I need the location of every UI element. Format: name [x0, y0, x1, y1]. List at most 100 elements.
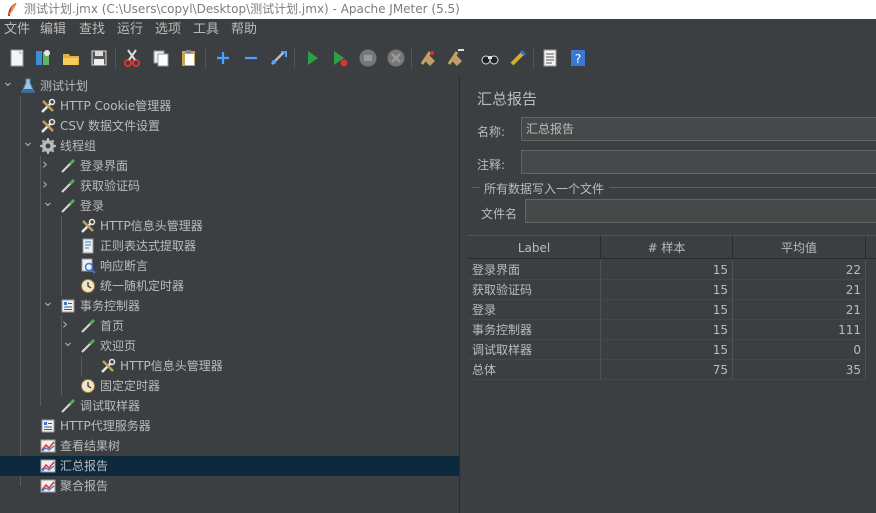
- name-label: 名称:: [477, 125, 506, 139]
- stop-icon[interactable]: [357, 47, 379, 69]
- column-header-average[interactable]: 平均值: [733, 235, 866, 259]
- tree-node[interactable]: 查看结果树: [0, 436, 459, 456]
- table-cell-average[interactable]: 0: [733, 340, 866, 360]
- tree-node[interactable]: 正则表达式提取器: [0, 236, 459, 256]
- start-no-pause-icon[interactable]: [329, 47, 351, 69]
- tree-node-label: 聚合报告: [60, 479, 109, 493]
- clock-icon: [80, 278, 96, 294]
- chevron-right-icon[interactable]: ›: [62, 317, 72, 332]
- menu-options[interactable]: 选项: [155, 19, 181, 41]
- tree-node-label: CSV 数据文件设置: [60, 119, 161, 133]
- pipette-icon: [80, 318, 96, 334]
- table-cell-samples[interactable]: 75: [601, 360, 733, 380]
- wrench-icon: [40, 98, 56, 114]
- open-icon[interactable]: [60, 47, 82, 69]
- test-plan-tree: ⌄ 测试计划 HTTP Cookie管理器 CSV 数据文件设置 ⌄ 线程组 › 登录界面 › 获…: [0, 75, 459, 513]
- column-header-samples[interactable]: # 样本: [601, 235, 733, 259]
- tree-node[interactable]: 调试取样器: [0, 396, 459, 416]
- menu-search[interactable]: 查找: [79, 19, 105, 41]
- split-pane-divider[interactable]: [459, 76, 467, 513]
- name-field[interactable]: 汇总报告: [521, 117, 876, 141]
- help-icon[interactable]: ?: [567, 47, 589, 69]
- copy-icon[interactable]: [150, 47, 172, 69]
- pipette-icon: [60, 178, 76, 194]
- tree-node[interactable]: › 获取验证码: [0, 176, 459, 196]
- tree-node-label: 响应断言: [100, 259, 149, 273]
- tree-node[interactable]: › 登录界面: [0, 156, 459, 176]
- tree-node[interactable]: HTTP Cookie管理器: [0, 96, 459, 116]
- tree-node[interactable]: HTTP信息头管理器: [0, 356, 459, 376]
- chevron-right-icon[interactable]: ›: [42, 177, 52, 192]
- chevron-right-icon[interactable]: ›: [42, 157, 52, 172]
- pipette-icon: [60, 398, 76, 414]
- chevron-down-icon[interactable]: ⌄: [2, 75, 14, 89]
- menu-run[interactable]: 运行: [117, 19, 143, 41]
- tree-node[interactable]: ⌄ 事务控制器: [0, 295, 459, 316]
- table-cell-average[interactable]: 21: [733, 280, 866, 300]
- search-icon[interactable]: [479, 47, 501, 69]
- comment-field[interactable]: [521, 150, 876, 174]
- tree-node[interactable]: › 首页: [0, 316, 459, 336]
- tree-node[interactable]: ⌄ 测试计划: [0, 75, 459, 96]
- tree-node[interactable]: HTTP代理服务器: [0, 416, 459, 436]
- document-icon: [80, 238, 96, 254]
- file-group-label: 所有数据写入一个文件: [484, 182, 605, 196]
- reset-search-icon[interactable]: [507, 47, 529, 69]
- templates-icon[interactable]: [32, 47, 54, 69]
- table-cell-average[interactable]: 21: [733, 300, 866, 320]
- menu-edit[interactable]: 编辑: [40, 19, 66, 41]
- table-cell-average[interactable]: 22: [733, 260, 866, 280]
- cut-icon[interactable]: [121, 47, 143, 69]
- table-cell-label[interactable]: 事务控制器: [468, 320, 601, 340]
- tree-node[interactable]: CSV 数据文件设置: [0, 116, 459, 136]
- clear-icon[interactable]: [417, 47, 439, 69]
- chevron-down-icon[interactable]: ⌄: [42, 295, 54, 309]
- start-icon[interactable]: [301, 47, 323, 69]
- flask-icon: [20, 78, 36, 94]
- table-cell-samples[interactable]: 15: [601, 320, 733, 340]
- toggle-icon[interactable]: [268, 47, 290, 69]
- table-cell-label[interactable]: 登录界面: [468, 260, 601, 280]
- menu-file[interactable]: 文件: [4, 19, 30, 41]
- shutdown-icon[interactable]: [385, 47, 407, 69]
- collapse-icon[interactable]: [240, 47, 262, 69]
- tree-node[interactable]: ⌄ 登录: [0, 195, 459, 216]
- tree-node[interactable]: ⌄ 欢迎页: [0, 335, 459, 356]
- jmeter-feather-icon: [8, 2, 17, 16]
- table-cell-samples[interactable]: 15: [601, 260, 733, 280]
- tree-node[interactable]: 统一随机定时器: [0, 276, 459, 296]
- table-cell-label[interactable]: 调试取样器: [468, 340, 601, 360]
- table-cell-label[interactable]: 登录: [468, 300, 601, 320]
- save-icon[interactable]: [88, 47, 110, 69]
- expand-icon[interactable]: [212, 47, 234, 69]
- filename-field[interactable]: [525, 199, 876, 223]
- controller-icon: [40, 418, 56, 434]
- clear-all-icon[interactable]: [445, 47, 467, 69]
- gear-icon: [40, 138, 56, 154]
- tree-node[interactable]: 聚合报告: [0, 476, 459, 496]
- tree-node[interactable]: 汇总报告: [0, 456, 459, 476]
- chevron-down-icon[interactable]: ⌄: [22, 135, 34, 149]
- window-title: 测试计划.jmx (C:\Users\copyl\Desktop\测试计划.jm…: [24, 2, 460, 16]
- paste-icon[interactable]: [178, 47, 200, 69]
- new-icon[interactable]: [6, 47, 28, 69]
- table-cell-samples[interactable]: 15: [601, 280, 733, 300]
- tree-node[interactable]: 固定定时器: [0, 376, 459, 396]
- table-cell-samples[interactable]: 15: [601, 300, 733, 320]
- column-header-label[interactable]: Label: [468, 235, 601, 259]
- table-cell-samples[interactable]: 15: [601, 340, 733, 360]
- column-header-overflow: [866, 235, 876, 259]
- table-cell-label[interactable]: 获取验证码: [468, 280, 601, 300]
- tree-node[interactable]: ⌄ 线程组: [0, 135, 459, 156]
- table-cell-average[interactable]: 111: [733, 320, 866, 340]
- function-helper-icon[interactable]: [539, 47, 561, 69]
- menu-help[interactable]: 帮助: [231, 19, 257, 41]
- table-cell-average[interactable]: 35: [733, 360, 866, 380]
- toolbar-separator: [533, 48, 534, 68]
- table-cell-label[interactable]: 总体: [468, 360, 601, 380]
- tree-node[interactable]: HTTP信息头管理器: [0, 216, 459, 236]
- tree-node[interactable]: 响应断言: [0, 256, 459, 276]
- chevron-down-icon[interactable]: ⌄: [62, 335, 74, 349]
- chevron-down-icon[interactable]: ⌄: [42, 195, 54, 209]
- menu-tools[interactable]: 工具: [193, 19, 219, 41]
